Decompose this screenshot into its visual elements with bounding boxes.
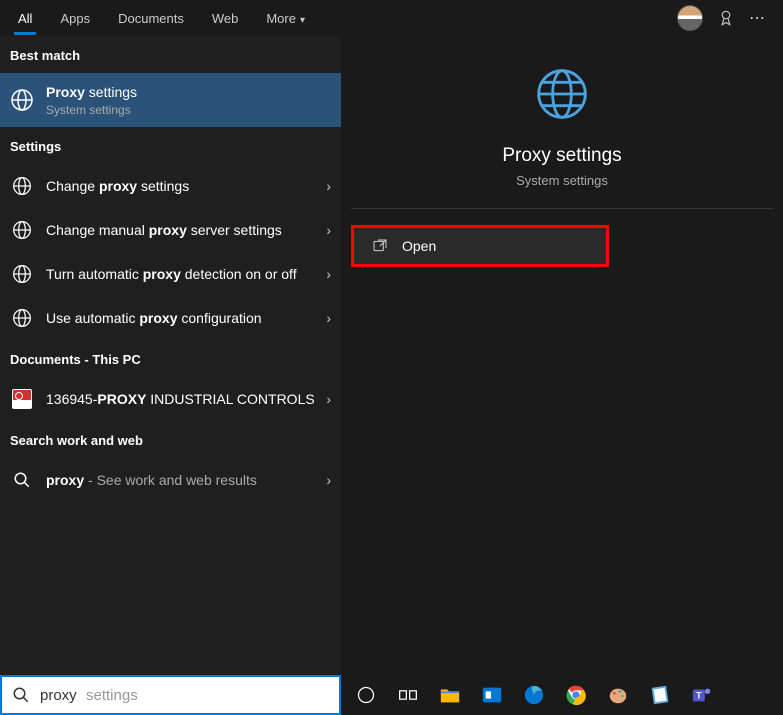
result-web-search[interactable]: proxy - See work and web results › (0, 458, 341, 502)
svg-text:T: T (696, 691, 702, 701)
user-avatar[interactable] (677, 5, 703, 31)
globe-icon (534, 66, 590, 122)
search-icon (12, 686, 30, 704)
task-view-icon[interactable] (395, 682, 421, 708)
section-work-web: Search work and web (0, 421, 341, 458)
search-input[interactable] (40, 687, 329, 704)
result-proxy-settings[interactable]: Proxy settings System settings (0, 73, 341, 127)
search-box[interactable]: settings (0, 675, 341, 715)
section-documents: Documents - This PC (0, 340, 341, 377)
open-icon (372, 238, 388, 254)
search-results-panel: Best match Proxy settings System setting… (0, 36, 341, 675)
chevron-right-icon: › (326, 391, 331, 407)
chevron-right-icon: › (326, 266, 331, 282)
result-use-automatic-proxy[interactable]: Use automatic proxy configuration › (0, 296, 341, 340)
more-options-icon[interactable]: ⋯ (749, 8, 767, 28)
cortana-icon[interactable] (353, 682, 379, 708)
chevron-right-icon: › (326, 222, 331, 238)
globe-icon (10, 262, 34, 286)
globe-icon (10, 218, 34, 242)
chevron-right-icon: › (326, 310, 331, 326)
notepad-icon[interactable] (647, 682, 673, 708)
detail-subtitle: System settings (371, 173, 753, 188)
open-button[interactable]: Open (351, 225, 609, 267)
paint-icon[interactable] (605, 682, 631, 708)
result-turn-automatic-proxy[interactable]: Turn automatic proxy detection on or off… (0, 252, 341, 296)
chrome-icon[interactable] (563, 682, 589, 708)
tab-more[interactable]: More▾ (252, 3, 319, 34)
open-label: Open (402, 238, 436, 254)
chevron-down-icon: ▾ (300, 15, 305, 26)
outlook-icon[interactable] (479, 682, 505, 708)
search-filter-tabs: All Apps Documents Web More▾ ⋯ (0, 0, 783, 36)
taskbar: T (341, 675, 783, 715)
tab-documents[interactable]: Documents (104, 3, 198, 34)
globe-icon (10, 88, 34, 112)
edge-icon[interactable] (521, 682, 547, 708)
section-best-match: Best match (0, 36, 341, 73)
result-change-manual-proxy[interactable]: Change manual proxy server settings › (0, 208, 341, 252)
detail-panel: Proxy settings System settings Open (341, 36, 783, 675)
pdf-icon (10, 387, 34, 411)
globe-icon (10, 174, 34, 198)
teams-icon[interactable]: T (689, 682, 715, 708)
globe-icon (10, 306, 34, 330)
section-settings: Settings (0, 127, 341, 164)
rewards-icon[interactable] (717, 9, 735, 27)
tab-web[interactable]: Web (198, 3, 253, 34)
result-change-proxy[interactable]: Change proxy settings › (0, 164, 341, 208)
tab-all[interactable]: All (4, 3, 46, 34)
detail-title: Proxy settings (371, 145, 753, 167)
tab-apps[interactable]: Apps (46, 3, 104, 34)
chevron-right-icon: › (326, 472, 331, 488)
result-document-pdf[interactable]: 136945-PROXY INDUSTRIAL CONTROLS › (0, 377, 341, 421)
file-explorer-icon[interactable] (437, 682, 463, 708)
chevron-right-icon: › (326, 178, 331, 194)
search-icon (10, 468, 34, 492)
